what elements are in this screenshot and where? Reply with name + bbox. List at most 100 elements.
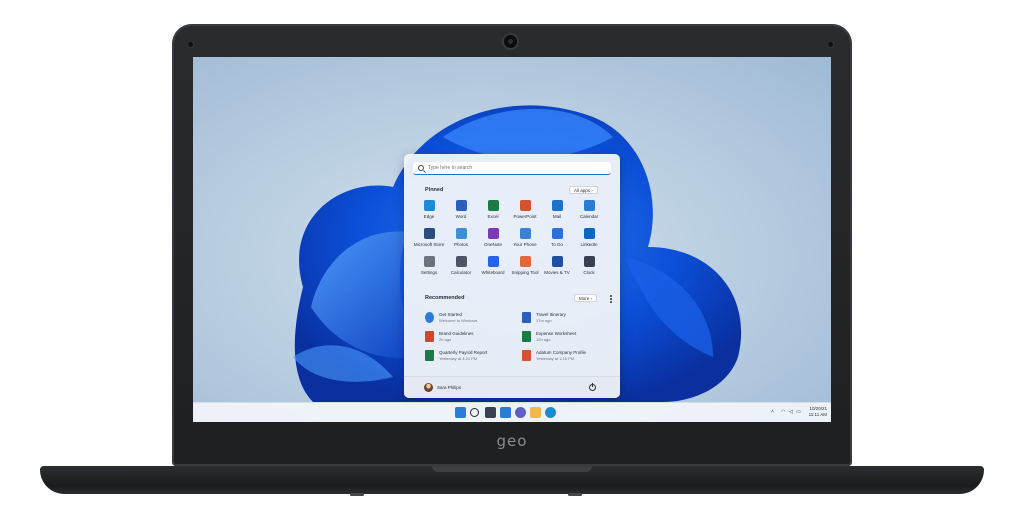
app-label: Word — [455, 214, 467, 219]
search-icon[interactable] — [470, 408, 479, 417]
app-label: Whiteboard — [481, 270, 505, 275]
all-apps-button[interactable]: All apps › — [569, 186, 598, 194]
pinned-app-whiteboard[interactable]: Whiteboard — [477, 256, 509, 282]
pinned-app-movies-tv[interactable]: Movies & TV — [541, 256, 573, 282]
more-button[interactable]: More › — [574, 294, 598, 302]
app-label: Photos — [453, 242, 468, 247]
pinned-app-mail[interactable]: Mail — [541, 200, 573, 226]
calculator-icon — [455, 256, 467, 267]
start-menu-footer: Sara Philips — [404, 376, 620, 398]
recommended-item-subtitle: 2h ago — [439, 337, 452, 342]
app-label: LinkedIn — [580, 242, 598, 247]
wifi-icon[interactable]: ◠ — [781, 409, 785, 415]
app-label: Movies & TV — [544, 270, 570, 275]
pinned-app-onenote[interactable]: OneNote — [477, 228, 509, 254]
avatar[interactable] — [424, 383, 433, 392]
pinned-app-calculator[interactable]: Calculator — [445, 256, 477, 282]
laptop-foot — [350, 493, 364, 496]
pinned-app-word[interactable]: Word — [445, 200, 477, 226]
taskbar: ˄ ◠ ◁ ▭ 10/20/21 11:11 AM — [193, 402, 831, 422]
recommended-item-name: Travel Itinerary — [536, 312, 566, 317]
system-clock[interactable]: 10/20/21 11:11 AM — [799, 406, 827, 418]
app-label: Settings — [420, 270, 438, 275]
bezel-screw — [186, 40, 195, 49]
webcam-icon — [504, 35, 517, 48]
clock-icon — [583, 256, 595, 267]
todo-icon — [551, 228, 563, 239]
recommended-item-subtitle: 17m ago — [536, 318, 552, 323]
pinned-app-your-phone[interactable]: Your Phone — [509, 228, 541, 254]
recommended-item-subtitle: Yesterday at 4:24 PM — [439, 356, 478, 361]
pinned-app-settings[interactable]: Settings — [413, 256, 445, 282]
app-label: To Do — [551, 242, 563, 247]
app-label: Edge — [423, 214, 435, 219]
recommended-item[interactable]: Quarterly Payroll Report Yesterday at 4:2… — [425, 349, 517, 367]
app-label: Your Phone — [513, 242, 537, 247]
recommended-item-name: Adatum Company Profile — [536, 350, 587, 355]
page-indicator[interactable] — [610, 295, 612, 304]
phone-icon — [519, 228, 531, 239]
pinned-app-to-do[interactable]: To Do — [541, 228, 573, 254]
recommended-item[interactable]: Adatum Company Profile Yesterday at 1:15 … — [522, 349, 614, 367]
mail-icon — [551, 200, 563, 211]
user-name[interactable]: Sara Philips — [437, 385, 461, 390]
recommended-item-subtitle: Welcome to Windows — [439, 318, 478, 323]
pinned-app-linkedin[interactable]: LinkedIn — [573, 228, 605, 254]
task-view-icon[interactable] — [485, 407, 496, 418]
recommended-item[interactable]: Travel Itinerary 17m ago — [522, 311, 614, 329]
search-placeholder: Type here to search — [428, 165, 473, 171]
powerpoint-icon — [519, 200, 531, 211]
recommended-title: Recommended — [425, 295, 465, 301]
app-label: Mail — [552, 214, 562, 219]
pinned-app-calendar[interactable]: Calendar — [573, 200, 605, 226]
start-menu: Type here to search Pinned All apps › Ed… — [404, 154, 620, 398]
app-label: Snipping Tool — [511, 270, 539, 275]
recommended-item-name: Get Started — [439, 312, 463, 317]
linkedin-icon — [583, 228, 595, 239]
pinned-app-edge[interactable]: Edge — [413, 200, 445, 226]
store-icon — [423, 228, 435, 239]
excel-doc-icon — [425, 350, 434, 361]
app-label: Calendar — [579, 214, 599, 219]
pinned-app-clock[interactable]: Clock — [573, 256, 605, 282]
file-explorer-icon[interactable] — [530, 407, 541, 418]
chevron-up-icon[interactable]: ˄ — [771, 409, 774, 415]
clock-time: 11:11 AM — [808, 412, 827, 417]
pinned-app-microsoft-store[interactable]: Microsoft Store — [413, 228, 445, 254]
pinned-app-powerpoint[interactable]: PowerPoint — [509, 200, 541, 226]
powerpoint-doc-icon — [522, 350, 531, 361]
photos-icon — [455, 228, 467, 239]
settings-icon — [423, 256, 435, 267]
search-icon — [418, 165, 424, 171]
recommended-item-subtitle: Yesterday at 1:15 PM — [536, 356, 575, 361]
pinned-app-snipping-tool[interactable]: Snipping Tool — [509, 256, 541, 282]
brand-logo: geo — [496, 432, 528, 450]
recommended-item-name: Brand Guidelines — [439, 331, 474, 336]
recommended-item[interactable]: Brand Guidelines 2h ago — [425, 330, 517, 348]
calendar-icon — [583, 200, 595, 211]
movies-tv-icon — [551, 256, 563, 267]
snipping-tool-icon — [519, 256, 531, 267]
word-icon — [455, 200, 467, 211]
pinned-app-photos[interactable]: Photos — [445, 228, 477, 254]
recommended-item[interactable]: Expense Worksheet 12h ago — [522, 330, 614, 348]
excel-icon — [487, 200, 499, 211]
app-label: Calculator — [450, 270, 472, 275]
edge-icon[interactable] — [545, 407, 556, 418]
app-label: PowerPoint — [513, 214, 537, 219]
edge-icon — [423, 200, 435, 211]
chat-icon[interactable] — [515, 407, 526, 418]
recommended-item[interactable]: Get Started Welcome to Windows — [425, 311, 517, 329]
search-input[interactable]: Type here to search — [413, 162, 611, 175]
app-label: Excel — [487, 214, 499, 219]
pinned-title: Pinned — [425, 187, 444, 193]
widgets-icon[interactable] — [500, 407, 511, 418]
windows-start-icon[interactable] — [455, 407, 466, 418]
power-icon[interactable] — [589, 383, 596, 391]
word-doc-icon — [522, 312, 531, 323]
volume-icon[interactable]: ◁ — [789, 409, 793, 415]
laptop-foot — [568, 493, 582, 496]
lid-opening-notch — [432, 466, 592, 472]
screen: Type here to search Pinned All apps › Ed… — [193, 57, 831, 422]
pinned-app-excel[interactable]: Excel — [477, 200, 509, 226]
